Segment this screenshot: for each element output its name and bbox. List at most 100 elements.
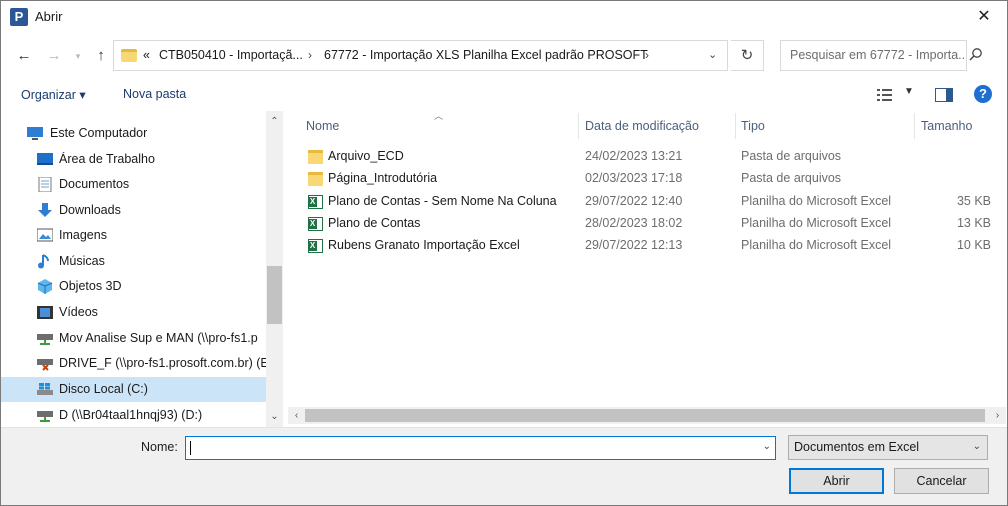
column-header-date[interactable]: Data de modificação: [585, 111, 699, 141]
breadcrumb-segment[interactable]: 67772 - Importação XLS Planilha Excel pa…: [324, 48, 648, 62]
network-drive-icon: [37, 334, 53, 345]
title-bar: P Abrir ✕: [1, 1, 1007, 33]
view-dropdown-icon[interactable]: ▼: [904, 86, 914, 97]
recent-locations-button[interactable]: ▾: [67, 45, 89, 67]
column-header-size[interactable]: Tamanho: [921, 111, 972, 141]
file-size: 13 KB: [956, 216, 991, 230]
nav-item-musicas[interactable]: Músicas: [1, 249, 266, 274]
pictures-icon: [37, 228, 53, 242]
downloads-icon: [38, 203, 52, 217]
address-overflow[interactable]: «: [143, 48, 150, 62]
file-name: Arquivo_ECD: [328, 149, 404, 163]
file-name-label: Nome:: [141, 440, 178, 454]
nav-item-videos[interactable]: Vídeos: [1, 300, 266, 325]
column-divider[interactable]: [735, 113, 736, 139]
column-header-type[interactable]: Tipo: [741, 111, 765, 141]
file-name: Plano de Contas: [328, 216, 421, 230]
nav-item-drive-f[interactable]: DRIVE_F (\\pro-fs1.prosoft.com.br) (E: [1, 351, 266, 376]
app-icon: P: [10, 8, 28, 26]
music-icon: [38, 254, 49, 269]
horizontal-scrollbar[interactable]: ‹ ›: [288, 407, 1006, 424]
excel-file-icon: [308, 217, 323, 231]
breadcrumb-segment[interactable]: CTB050410 - Importaçã...: [159, 48, 303, 62]
objects3d-icon: [37, 279, 53, 294]
nav-item-mov-analise[interactable]: Mov Analise Sup e MAN (\\pro-fs1.p: [1, 326, 266, 351]
back-button[interactable]: ←: [13, 45, 35, 67]
file-row[interactable]: Plano de Contas 28/02/2023 18:02 Planilh…: [288, 213, 1006, 235]
help-icon[interactable]: ?: [974, 85, 992, 103]
file-date: 29/07/2022 12:40: [585, 194, 683, 208]
open-file-dialog: P Abrir ✕ ← → ▾ ↑ « CTB050410 - Importaç…: [0, 0, 1008, 506]
scroll-up-icon[interactable]: ⌃: [266, 113, 283, 130]
cancel-button[interactable]: Cancelar: [894, 468, 989, 494]
nav-item-label: Músicas: [59, 254, 105, 268]
file-type: Planilha do Microsoft Excel: [741, 216, 892, 230]
forward-button[interactable]: →: [43, 45, 65, 67]
nav-item-d-drive[interactable]: D (\\Br04taal1hnqj93) (D:): [1, 403, 266, 428]
dialog-footer: Nome: ⌄ Documentos em Excel ⌄ Abrir Canc…: [1, 427, 1007, 505]
open-button[interactable]: Abrir: [789, 468, 884, 494]
column-header-name[interactable]: Nome: [306, 111, 339, 141]
view-options-icon[interactable]: [877, 88, 895, 102]
column-divider[interactable]: [578, 113, 579, 139]
nav-item-label: Objetos 3D: [59, 279, 122, 293]
chevron-down-icon[interactable]: ⌄: [763, 441, 771, 452]
nav-item-label: Imagens: [59, 228, 107, 242]
nav-item-este-computador[interactable]: Este Computador: [1, 121, 266, 146]
file-date: 24/02/2023 13:21: [585, 149, 683, 163]
scroll-left-icon[interactable]: ‹: [288, 407, 305, 424]
scroll-thumb[interactable]: [305, 409, 985, 422]
search-input[interactable]: Pesquisar em 67772 - Importa...: [780, 40, 967, 71]
nav-item-objetos-3d[interactable]: Objetos 3D: [1, 274, 266, 299]
file-date: 28/02/2023 18:02: [585, 216, 683, 230]
close-icon: ✕: [977, 8, 991, 25]
window-title: Abrir: [35, 9, 63, 24]
refresh-button[interactable]: ↻: [731, 40, 764, 71]
videos-icon: [37, 306, 53, 319]
nav-item-area-de-trabalho[interactable]: Área de Trabalho: [1, 147, 266, 172]
scroll-thumb[interactable]: [267, 266, 282, 324]
command-bar: Organizar ▾ Nova pasta ▼ ?: [1, 81, 1007, 109]
breadcrumb-separator[interactable]: ›: [308, 48, 312, 62]
nav-item-disco-local[interactable]: Disco Local (C:): [1, 377, 266, 402]
folder-icon: [308, 150, 323, 164]
preview-pane-icon[interactable]: [935, 88, 953, 102]
scroll-right-icon[interactable]: ›: [989, 407, 1006, 424]
nav-item-label: Documentos: [59, 177, 130, 191]
back-arrow-icon: ←: [16, 47, 32, 64]
nav-item-imagens[interactable]: Imagens: [1, 223, 266, 248]
chevron-down-icon[interactable]: ⌄: [708, 48, 717, 61]
file-date: 02/03/2023 17:18: [585, 171, 683, 185]
navigation-pane: Este Computador Área de Trabalho Documen…: [1, 111, 284, 427]
file-type: Planilha do Microsoft Excel: [741, 194, 892, 208]
refresh-icon: ↻: [740, 47, 754, 64]
file-list: ︿ Nome Data de modificação Tipo Tamanho …: [288, 111, 1006, 427]
file-row[interactable]: Arquivo_ECD 24/02/2023 13:21 Pasta de ar…: [288, 146, 1006, 168]
nav-item-downloads[interactable]: Downloads: [1, 198, 266, 223]
file-row[interactable]: Página_Introdutória 02/03/2023 17:18 Pas…: [288, 168, 1006, 190]
file-date: 29/07/2022 12:13: [585, 238, 683, 252]
file-row[interactable]: Rubens Granato Importação Excel 29/07/20…: [288, 235, 1006, 257]
up-button[interactable]: ↑: [90, 45, 112, 67]
file-name: Plano de Contas - Sem Nome Na Coluna: [328, 194, 557, 208]
file-name-input[interactable]: ⌄: [185, 436, 776, 460]
new-folder-button[interactable]: Nova pasta: [123, 87, 186, 101]
chevron-down-icon: ▾: [75, 51, 81, 61]
documents-icon: [38, 177, 52, 192]
chevron-down-icon: ⌄: [972, 441, 981, 452]
nav-item-documentos[interactable]: Documentos: [1, 172, 266, 197]
folder-icon: [121, 49, 137, 62]
address-bar[interactable]: « CTB050410 - Importaçã... › 67772 - Imp…: [113, 40, 728, 71]
column-divider[interactable]: [914, 113, 915, 139]
file-type: Pasta de arquivos: [741, 149, 842, 163]
scroll-down-icon[interactable]: ⌄: [266, 408, 283, 425]
nav-scrollbar[interactable]: ⌃ ⌄: [266, 111, 283, 427]
breadcrumb-separator[interactable]: ›: [645, 48, 649, 62]
file-row[interactable]: Plano de Contas - Sem Nome Na Coluna 29/…: [288, 191, 1006, 213]
close-button[interactable]: ✕: [961, 1, 1007, 33]
local-disk-icon: [37, 383, 53, 395]
nav-item-label: Mov Analise Sup e MAN (\\pro-fs1.p: [59, 331, 258, 345]
organize-button[interactable]: Organizar ▾: [21, 87, 86, 102]
file-type-select[interactable]: Documentos em Excel ⌄: [788, 435, 988, 460]
file-type: Planilha do Microsoft Excel: [741, 238, 892, 252]
